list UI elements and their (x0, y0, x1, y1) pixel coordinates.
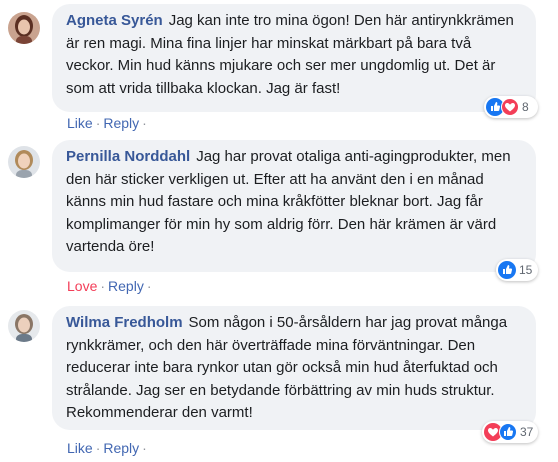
reply-link[interactable]: Reply (103, 115, 139, 131)
reaction-count: 8 (522, 100, 529, 114)
comment-actions: Love · Reply · (67, 278, 152, 294)
reply-link[interactable]: Reply (103, 440, 139, 456)
author-name[interactable]: Wilma Fredholm (66, 314, 183, 331)
comment-actions: Like · Reply · (67, 115, 147, 131)
reaction-summary[interactable]: 15 (496, 259, 538, 281)
reaction-count: 37 (520, 425, 534, 439)
comment-bubble: Wilma Fredholm Som någon i 50-årsåldern h… (52, 306, 536, 430)
reply-link[interactable]: Reply (108, 278, 144, 294)
avatar[interactable] (8, 310, 40, 342)
comment-bubble: Agneta Syrén Jag kan inte tro mina ögon! … (52, 4, 536, 112)
like-link[interactable]: Like (67, 440, 93, 456)
like-icon (498, 261, 516, 279)
reaction-summary[interactable]: 8 (484, 96, 538, 118)
reaction-count: 15 (519, 263, 533, 277)
like-link[interactable]: Like (67, 115, 93, 131)
reaction-summary[interactable]: 37 (482, 421, 538, 443)
author-name[interactable]: Pernilla Norddahl (66, 148, 190, 165)
comment-bubble: Pernilla Norddahl Jag har provat otaliga … (52, 140, 536, 272)
author-name[interactable]: Agneta Syrén (66, 12, 163, 29)
like-icon (499, 423, 517, 441)
love-link[interactable]: Love (67, 278, 97, 294)
comment-actions: Like · Reply · (67, 440, 147, 456)
avatar[interactable] (8, 12, 40, 44)
avatar[interactable] (8, 146, 40, 178)
love-icon (501, 98, 519, 116)
